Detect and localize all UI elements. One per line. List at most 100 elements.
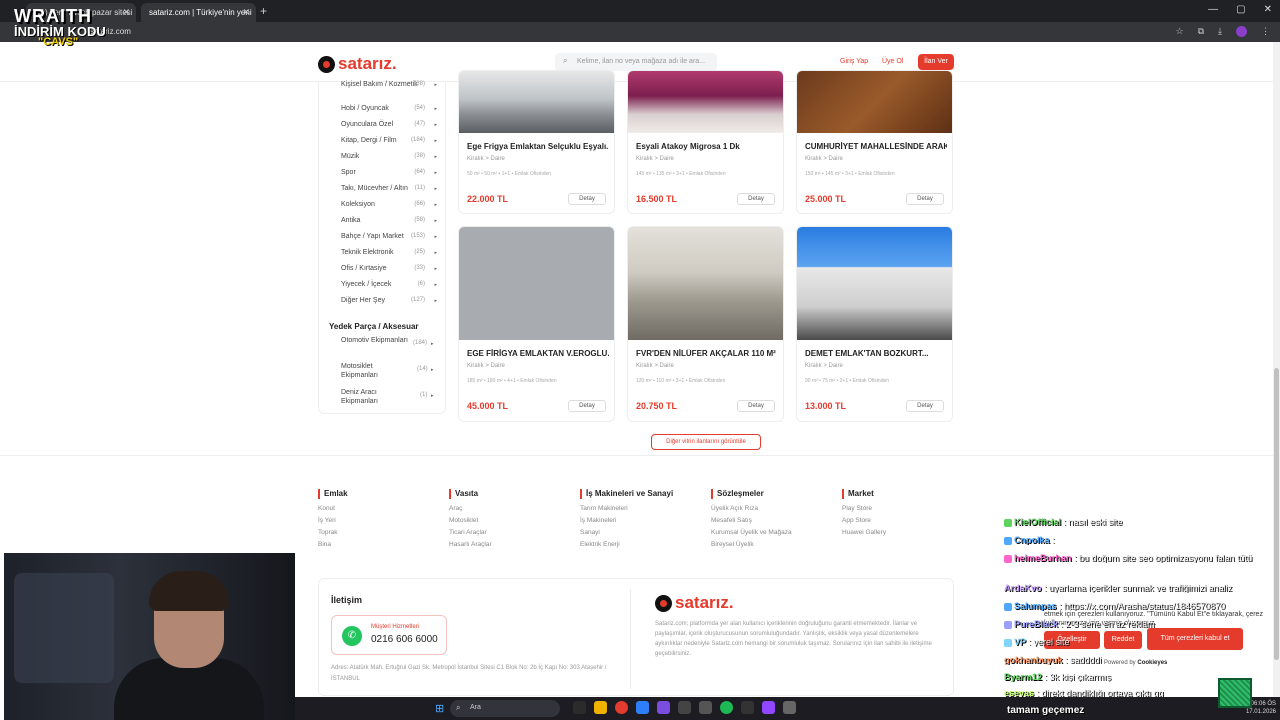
- sidebar-item-yiyecek[interactable]: Yiyecek / İçecek (6) ▸: [341, 280, 437, 289]
- footer-link[interactable]: Kurumsal Üyelik ve Mağaza: [711, 527, 792, 539]
- sidebar-item-motosiklet[interactable]: Motosiklet Ekipmanları: [341, 362, 411, 380]
- more-listings-button[interactable]: Diğer vitrin ilanlarını görüntüle: [651, 434, 761, 450]
- footer-link[interactable]: Bireysel Üyelik: [711, 539, 792, 551]
- sidebar-item-koleksiyon[interactable]: Koleksiyon (66) ▸: [341, 200, 437, 209]
- customer-service-phone[interactable]: ✆ Müşteri Hizmetleri 0216 606 6000: [331, 615, 447, 655]
- profile-icon[interactable]: [1236, 26, 1247, 37]
- taskbar-search[interactable]: ⌕ Ara: [450, 700, 560, 717]
- detail-button[interactable]: Detay: [568, 400, 606, 412]
- scrollbar-thumb[interactable]: [1274, 368, 1279, 660]
- menu-icon[interactable]: ⋮: [1261, 26, 1270, 37]
- search-placeholder: Kelime, ilan no veya mağaza adı ile ara.…: [577, 58, 706, 65]
- footer-link[interactable]: Elektrik Enerji: [580, 539, 673, 551]
- extensions-icon[interactable]: ⧉: [1198, 26, 1204, 37]
- footer-link[interactable]: Tarım Makineleri: [580, 503, 673, 515]
- close-window-button[interactable]: ✕: [1264, 4, 1272, 15]
- footer-link[interactable]: App Store: [842, 515, 886, 527]
- listing-image[interactable]: [628, 71, 783, 133]
- listing-image[interactable]: [797, 71, 952, 133]
- listing-card[interactable]: DEMET EMLAK'TAN BOZKURT... Kiralık > Dai…: [796, 226, 953, 422]
- footer-link[interactable]: Mesafeli Satış: [711, 515, 792, 527]
- detail-button[interactable]: Detay: [568, 193, 606, 205]
- listing-title[interactable]: FVR'DEN NİLÜFER AKÇALAR 110 M² - 3...: [636, 349, 778, 358]
- sidebar-item-otomotiv[interactable]: Otomotiv Ekipmanları: [341, 336, 411, 345]
- close-icon[interactable]: ✕: [122, 7, 130, 18]
- listing-image[interactable]: [797, 227, 952, 340]
- listing-card[interactable]: EGE FİRİGYA EMLAKTAN V.EROGLU... Kiralık…: [458, 226, 615, 422]
- edge-icon[interactable]: [636, 701, 649, 714]
- spotify-icon[interactable]: [720, 701, 733, 714]
- footer-link[interactable]: Sanayi: [580, 527, 673, 539]
- listing-title[interactable]: EGE FİRİGYA EMLAKTAN V.EROGLU...: [467, 349, 609, 358]
- sidebar-item-kitap[interactable]: Kitap, Dergi / Film (184) ▸: [341, 136, 437, 145]
- listing-card[interactable]: FVR'DEN NİLÜFER AKÇALAR 110 M² - 3... Ki…: [627, 226, 784, 422]
- sidebar-item-deniz[interactable]: Deniz Aracı Ekipmanları: [341, 388, 411, 406]
- close-icon[interactable]: ✕: [242, 7, 250, 18]
- footer-link[interactable]: Ticari Araçlar: [449, 527, 492, 539]
- sidebar-item-diger[interactable]: Diğer Her Şey (127) ▸: [341, 296, 437, 305]
- listing-title[interactable]: CUMHURİYET MAHALLESİNDE ARAKAT...: [805, 142, 947, 151]
- listing-image[interactable]: [459, 71, 614, 133]
- disclaimer-text: Satariz.com; platformda yer alan kullanı…: [655, 621, 932, 657]
- app-icon[interactable]: [678, 701, 691, 714]
- footer-link[interactable]: İş Makineleri: [580, 515, 673, 527]
- footer-link[interactable]: Konut: [318, 503, 348, 515]
- signup-link[interactable]: Üye Ol: [882, 58, 903, 65]
- chat-username: gokhanbuyuk: [1004, 655, 1063, 665]
- folder-icon[interactable]: [594, 701, 607, 714]
- browser-tab-2[interactable]: satariz.com | Türkiye'nin yeni ✕: [141, 3, 256, 22]
- login-link[interactable]: Giriş Yap: [840, 58, 868, 65]
- listing-image[interactable]: [459, 227, 614, 340]
- site-logo[interactable]: satarız.: [318, 54, 397, 74]
- listing-card[interactable]: Esyali Atakoy Migrosa 1 Dk Kiralık > Dai…: [627, 70, 784, 214]
- sidebar-item-oyuncular[interactable]: Oyunculara Özel (47) ▸: [341, 120, 437, 129]
- footer-link[interactable]: Üyelik Açık Rıza: [711, 503, 792, 515]
- sidebar-item-teknik[interactable]: Teknik Elektronik (25) ▸: [341, 248, 437, 257]
- maximize-button[interactable]: ▢: [1236, 4, 1245, 15]
- detail-button[interactable]: Detay: [737, 400, 775, 412]
- detail-button[interactable]: Detay: [906, 193, 944, 205]
- app-icon[interactable]: [741, 701, 754, 714]
- sidebar-item-antika[interactable]: Antika (58) ▸: [341, 216, 437, 225]
- footer-link[interactable]: Toprak: [318, 527, 348, 539]
- listing-title[interactable]: Esyali Atakoy Migrosa 1 Dk: [636, 142, 778, 151]
- twitch-icon[interactable]: [762, 701, 775, 714]
- footer-link[interactable]: İş Yeri: [318, 515, 348, 527]
- search-input[interactable]: ⌕ Kelime, ilan no veya mağaza adı ile ar…: [555, 53, 717, 71]
- footer-link[interactable]: Huawei Gallery: [842, 527, 886, 539]
- sidebar-item-ofis[interactable]: Ofis / Kırtasiye (33) ▸: [341, 264, 437, 273]
- discord-icon[interactable]: [657, 701, 670, 714]
- listing-title[interactable]: DEMET EMLAK'TAN BOZKURT...: [805, 349, 947, 358]
- chrome-icon[interactable]: [615, 701, 628, 714]
- app-icon[interactable]: [699, 701, 712, 714]
- footer-link[interactable]: Motosiklet: [449, 515, 492, 527]
- sidebar-item-muzik[interactable]: Müzik (38) ▸: [341, 152, 437, 161]
- sidebar-item-kozmetik[interactable]: Kişisel Bakım / Kozmetik (38) ▸: [341, 80, 437, 89]
- category-label: Ofis / Kırtasiye: [341, 265, 387, 272]
- windows-start-icon[interactable]: ⊞: [435, 702, 444, 715]
- listing-title[interactable]: Ege Frigya Emlaktan Selçuklu Eşyalı...: [467, 142, 609, 151]
- chevron-right-icon: ▸: [434, 138, 437, 144]
- detail-button[interactable]: Detay: [906, 400, 944, 412]
- app-icon[interactable]: [573, 701, 586, 714]
- listing-card[interactable]: CUMHURİYET MAHALLESİNDE ARAKAT... Kiralı…: [796, 70, 953, 214]
- sidebar-item-bahce[interactable]: Bahçe / Yapı Market (153) ▸: [341, 232, 437, 241]
- detail-button[interactable]: Detay: [737, 193, 775, 205]
- new-tab-icon[interactable]: +: [260, 4, 267, 18]
- category-label: Antika: [341, 217, 361, 224]
- footer-link[interactable]: Araç: [449, 503, 492, 515]
- footer-link[interactable]: Bina: [318, 539, 348, 551]
- footer-link[interactable]: Hasarlı Araçlar: [449, 539, 492, 551]
- footer-link[interactable]: Play Store: [842, 503, 886, 515]
- minimize-button[interactable]: —: [1208, 4, 1218, 15]
- star-icon[interactable]: ☆: [1176, 26, 1184, 37]
- listing-image[interactable]: [628, 227, 783, 340]
- sidebar-item-hobi[interactable]: Hobi / Oyuncak (54) ▸: [341, 104, 437, 113]
- category-count: (64): [414, 169, 425, 175]
- post-ad-button[interactable]: İlan Ver: [918, 54, 954, 70]
- download-icon[interactable]: ⤓: [1218, 26, 1222, 37]
- app-icon[interactable]: [783, 701, 796, 714]
- listing-card[interactable]: Ege Frigya Emlaktan Selçuklu Eşyalı... K…: [458, 70, 615, 214]
- sidebar-item-spor[interactable]: Spor (64) ▸: [341, 168, 437, 177]
- sidebar-item-taki[interactable]: Takı, Mücevher / Altın (11) ▸: [341, 184, 437, 193]
